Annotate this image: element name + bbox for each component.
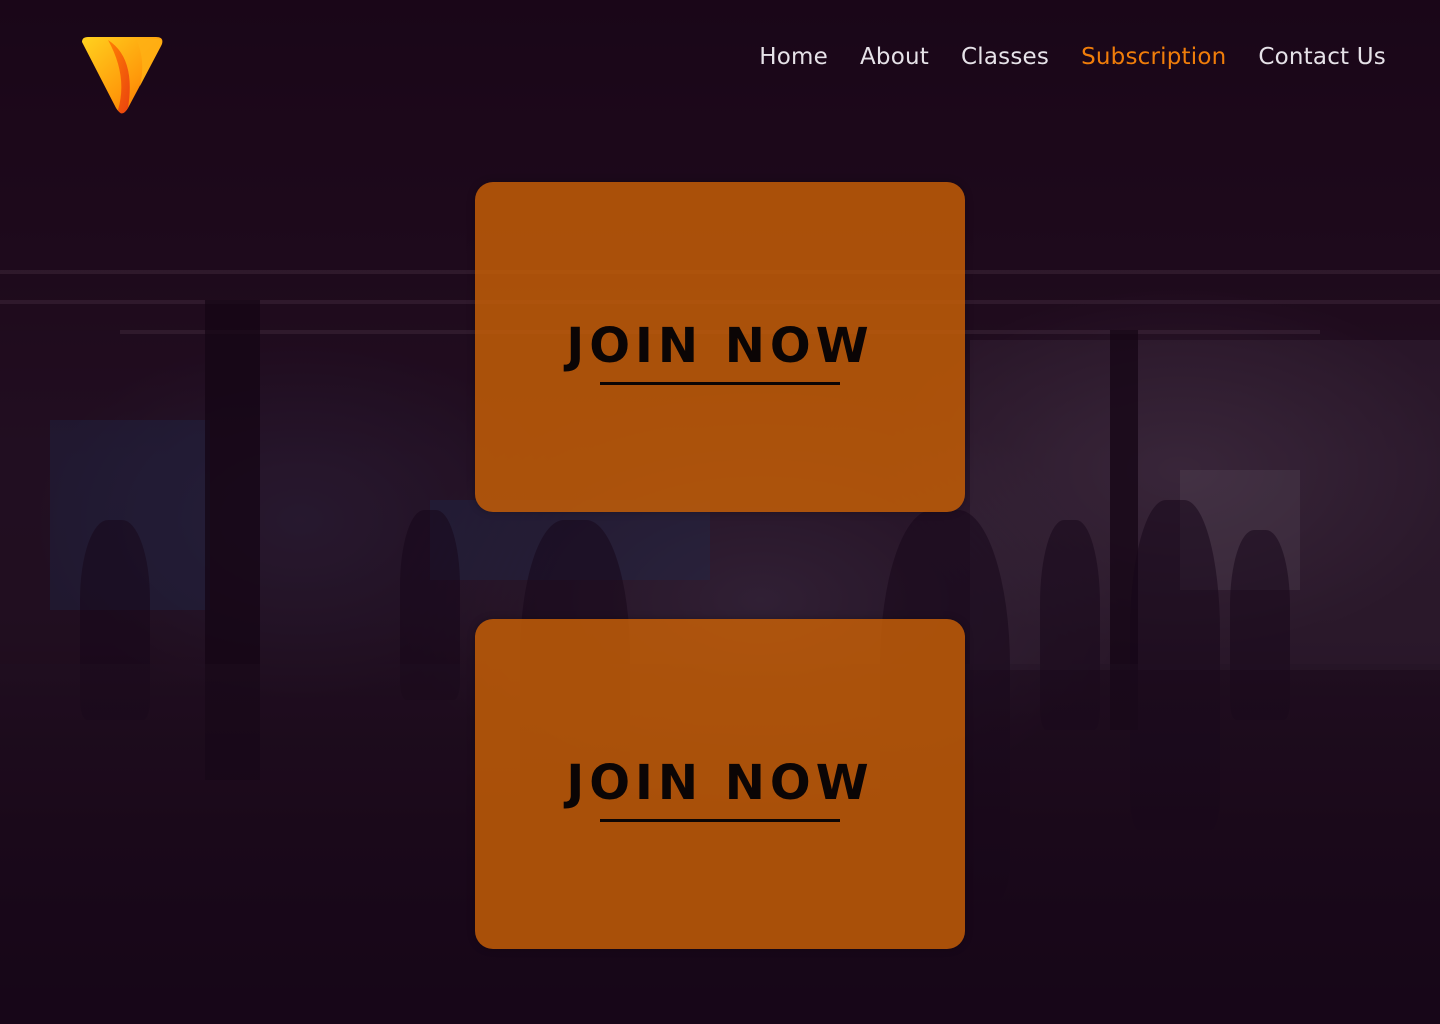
nav-classes[interactable]: Classes — [961, 40, 1049, 74]
join-now-card-2[interactable]: JOIN NOW — [475, 619, 965, 949]
nav-subscription[interactable]: Subscription — [1081, 40, 1226, 74]
nav-home[interactable]: Home — [759, 40, 828, 74]
join-now-card-1[interactable]: JOIN NOW — [475, 182, 965, 512]
join-now-label: JOIN NOW — [566, 754, 874, 811]
site-header: Home About Classes Subscription Contact … — [0, 0, 1440, 130]
join-now-label: JOIN NOW — [566, 317, 874, 374]
join-now-underline — [600, 381, 840, 385]
v-shield-logo-icon[interactable] — [78, 36, 166, 116]
main-nav: Home About Classes Subscription Contact … — [759, 40, 1386, 74]
join-now-underline — [600, 818, 840, 822]
nav-about[interactable]: About — [860, 40, 929, 74]
nav-contact-us[interactable]: Contact Us — [1258, 40, 1386, 74]
